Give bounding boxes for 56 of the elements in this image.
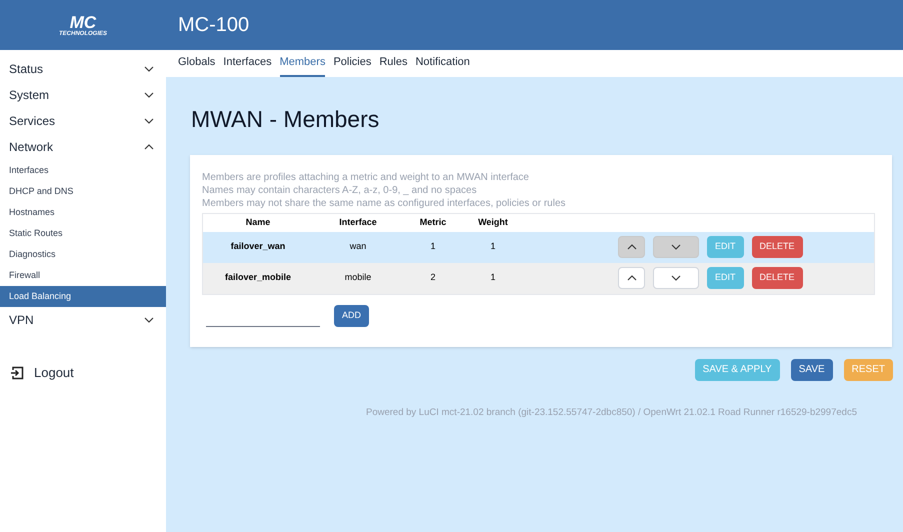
delete-button[interactable]: DELETE — [752, 236, 803, 258]
tab[interactable]: Notification — [415, 50, 470, 77]
add-button[interactable]: ADD — [334, 304, 370, 326]
description-text: Members are profiles attaching a metric and weight to an MWAN interface — [202, 170, 530, 184]
page-title: MWAN - Members — [191, 105, 380, 134]
table-cell-text: 1 — [489, 271, 496, 284]
logout-icon — [10, 366, 24, 380]
table-cell-text: 1 — [489, 240, 496, 254]
menu-item[interactable]: Status — [0, 56, 166, 82]
menu-item[interactable]: System — [0, 82, 166, 108]
submenu-item[interactable]: DHCP and DNS — [0, 181, 166, 202]
tab[interactable]: Rules — [379, 50, 408, 77]
submenu-item[interactable]: Firewall — [0, 265, 166, 286]
chevron-down-icon — [671, 275, 681, 281]
table-cell-text: mobile — [344, 271, 372, 284]
column-header: Metric — [418, 216, 448, 229]
description-text: Names may contain characters A-Z, a-z, 0-9, _ and no spaces — [202, 184, 478, 196]
tab[interactable]: Members — [280, 50, 326, 77]
table-cell-text: wan — [348, 240, 368, 254]
description-text: Members may not share the same name as configured interfaces, policies or rules — [202, 196, 567, 210]
submenu-item[interactable]: Diagnostics — [0, 244, 166, 265]
tab[interactable]: Policies — [333, 50, 372, 77]
logout-button[interactable]: Logout — [0, 363, 166, 382]
move-down-button[interactable] — [653, 267, 699, 289]
chevron-down-icon — [144, 118, 154, 124]
menu-item[interactable]: Network — [0, 134, 166, 160]
delete-button[interactable]: DELETE — [752, 267, 803, 289]
table-cell-text: 2 — [429, 271, 436, 284]
submenu-item[interactable]: Load Balancing — [0, 286, 166, 307]
save-button[interactable]: SAVE — [790, 358, 833, 380]
column-header: Weight — [477, 216, 509, 229]
chevron-down-icon — [144, 66, 154, 72]
chevron-down-icon — [144, 92, 154, 98]
chevron-up-icon — [626, 275, 636, 281]
submenu-item[interactable]: Static Routes — [0, 223, 166, 244]
table-cell-text: failover_wan — [230, 240, 286, 254]
submenu-item[interactable]: Interfaces — [0, 160, 166, 181]
chevron-down-icon — [144, 317, 154, 323]
tab[interactable]: Globals — [178, 50, 216, 77]
chevron-up-icon — [626, 244, 636, 250]
device-title: MC-100 — [177, 13, 250, 38]
column-header: Name — [244, 216, 272, 229]
chevron-up-icon — [144, 144, 154, 150]
submenu-item[interactable]: Hostnames — [0, 202, 166, 223]
table-cell-text: 1 — [429, 240, 436, 254]
menu-item[interactable]: Services — [0, 108, 166, 134]
move-up-button[interactable] — [618, 267, 645, 289]
column-header: Interface — [338, 216, 378, 229]
menu-item[interactable]: VPN — [0, 307, 166, 333]
table-row[interactable]: failover_wan wan 1 1 EDIT DELETE — [203, 232, 874, 262]
table-row[interactable]: failover_mobile mobile 2 1 EDIT DELETE — [203, 262, 874, 294]
chevron-down-icon — [671, 244, 681, 250]
tab[interactable]: Interfaces — [223, 50, 272, 77]
table-cell-text: failover_mobile — [224, 271, 292, 284]
footer-text: Powered by LuCI mct-21.02 branch (git-23.152.55747-2dbc850) / OpenWrt 21.02.1 Road Runner r16529-b2997edc5 — [366, 406, 858, 420]
move-up-button[interactable] — [618, 236, 645, 258]
